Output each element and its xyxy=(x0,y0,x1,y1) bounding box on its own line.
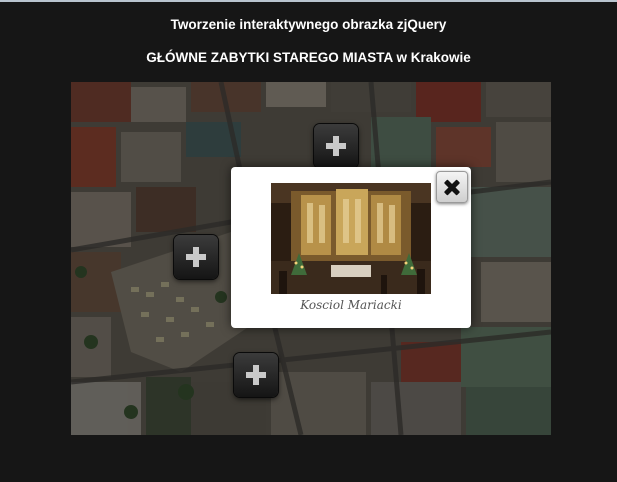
page-title: Tworzenie interaktywnego obrazka zjQuery xyxy=(170,17,447,32)
info-popup: Kosciol Mariacki xyxy=(231,167,471,328)
hotspot-plus-button-1[interactable] xyxy=(314,124,358,168)
page-subtitle: GŁÓWNE ZABYTKI STAREGO MIASTA w Krakowie xyxy=(146,50,471,65)
church-altar-photo xyxy=(271,183,431,294)
close-popup-button[interactable] xyxy=(436,171,468,203)
top-border xyxy=(0,0,617,2)
hotspot-plus-button-2[interactable] xyxy=(174,235,218,279)
popup-caption: Kosciol Mariacki xyxy=(300,298,402,312)
hotspot-plus-button-3[interactable] xyxy=(234,353,278,397)
